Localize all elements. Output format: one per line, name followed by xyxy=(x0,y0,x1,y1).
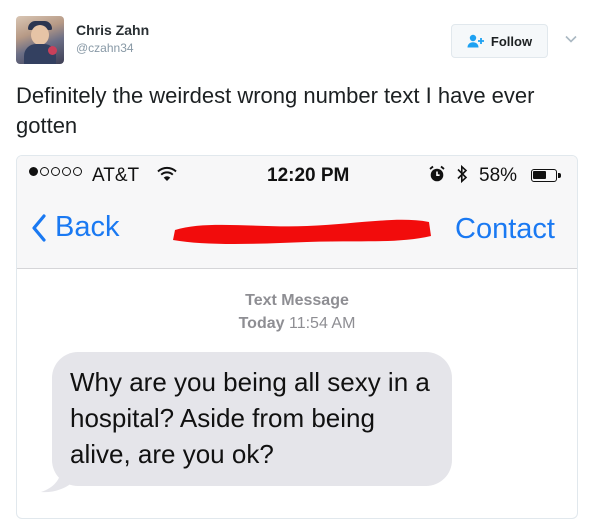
battery-icon xyxy=(531,169,561,182)
battery-percentage: 58% xyxy=(479,165,518,186)
chevron-left-icon xyxy=(32,213,46,242)
signal-strength-icon xyxy=(29,167,82,176)
back-button[interactable]: Back xyxy=(31,211,119,244)
message-timestamp: Today 11:54 AM xyxy=(17,315,577,333)
message-time: 11:54 AM xyxy=(288,315,356,332)
message-date: Today xyxy=(238,315,285,332)
message-type-label: Text Message xyxy=(245,292,349,309)
add-user-icon xyxy=(467,34,484,48)
author-avatar[interactable] xyxy=(16,16,64,64)
bluetooth-icon xyxy=(455,164,469,190)
redacted-phone-number xyxy=(173,219,431,244)
status-time: 12:20 PM xyxy=(267,165,350,186)
back-label: Back xyxy=(55,211,120,243)
alarm-clock-icon xyxy=(428,165,446,189)
author-name[interactable]: Chris Zahn xyxy=(76,22,149,38)
contact-button[interactable]: Contact xyxy=(455,213,555,246)
avatar-flower-shape xyxy=(48,46,57,55)
author-handle[interactable]: @czahn34 xyxy=(76,41,134,55)
ios-header: AT&T 12:20 PM 58% Back Contact xyxy=(17,156,577,269)
follow-label: Follow xyxy=(490,33,533,49)
tweet-text: Definitely the weirdest wrong number tex… xyxy=(16,83,535,138)
follow-button[interactable]: Follow xyxy=(451,24,548,58)
more-options-chevron-icon[interactable] xyxy=(565,30,577,48)
incoming-message-bubble[interactable]: Why are you being all sexy in a hospital… xyxy=(52,352,452,486)
wifi-icon xyxy=(157,166,177,188)
status-bar: AT&T 12:20 PM 58% xyxy=(17,162,577,192)
avatar-face-shape xyxy=(31,25,49,45)
carrier-label: AT&T xyxy=(92,165,140,186)
message-screenshot[interactable]: AT&T 12:20 PM 58% Back Contact Text Mess… xyxy=(16,155,578,519)
